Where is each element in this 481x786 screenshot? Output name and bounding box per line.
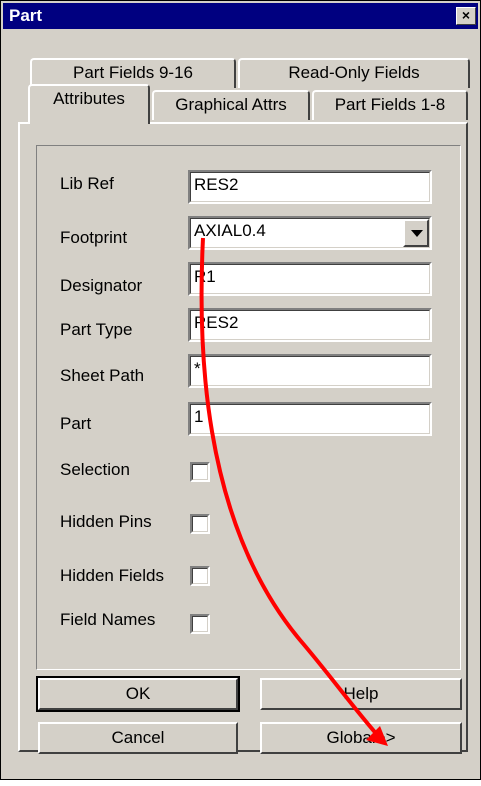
sheet-path-value: *: [194, 359, 201, 378]
title-bar[interactable]: Part ×: [3, 3, 478, 29]
help-button[interactable]: Help: [260, 678, 462, 710]
field-names-checkbox[interactable]: [190, 614, 210, 634]
hidden-fields-label: Hidden Fields: [60, 566, 164, 585]
cancel-button[interactable]: Cancel: [38, 722, 238, 754]
hidden-pins-checkbox[interactable]: [190, 514, 210, 534]
tab-graphical-attrs[interactable]: Graphical Attrs: [152, 90, 310, 120]
window-title: Part: [9, 6, 43, 25]
part-label: Part: [60, 414, 92, 433]
footprint-value: AXIAL0.4: [194, 221, 266, 240]
sheet-path-label: Sheet Path: [60, 366, 145, 385]
part-type-input[interactable]: RES2: [188, 308, 432, 342]
lib-ref-input[interactable]: RES2: [188, 170, 432, 204]
lib-ref-label: Lib Ref: [60, 174, 114, 193]
lib-ref-value: RES2: [194, 175, 239, 194]
hidden-pins-label: Hidden Pins: [60, 512, 152, 531]
footprint-select[interactable]: AXIAL0.4: [188, 216, 432, 250]
part-type-value: RES2: [194, 313, 239, 332]
selection-checkbox[interactable]: [190, 462, 210, 482]
designator-input[interactable]: R1: [188, 262, 432, 296]
global-button[interactable]: Global>>: [260, 722, 462, 754]
part-type-label: Part Type: [60, 320, 133, 339]
chevron-down-icon[interactable]: [403, 219, 429, 247]
tab-read-only-fields[interactable]: Read-Only Fields: [238, 58, 470, 88]
designator-value: R1: [194, 267, 216, 286]
hidden-fields-checkbox[interactable]: [190, 566, 210, 586]
field-names-label: Field Names: [60, 610, 156, 629]
sheet-path-input[interactable]: *: [188, 354, 432, 388]
footprint-label: Footprint: [60, 228, 128, 247]
ok-button[interactable]: OK: [36, 676, 240, 712]
tab-attributes[interactable]: Attributes: [28, 84, 150, 124]
close-button[interactable]: ×: [456, 7, 476, 25]
part-value: 1: [194, 407, 204, 426]
selection-label: Selection: [60, 460, 130, 479]
part-input[interactable]: 1: [188, 402, 432, 436]
designator-label: Designator: [60, 276, 143, 295]
tab-part-fields-1-8[interactable]: Part Fields 1-8: [312, 90, 468, 120]
